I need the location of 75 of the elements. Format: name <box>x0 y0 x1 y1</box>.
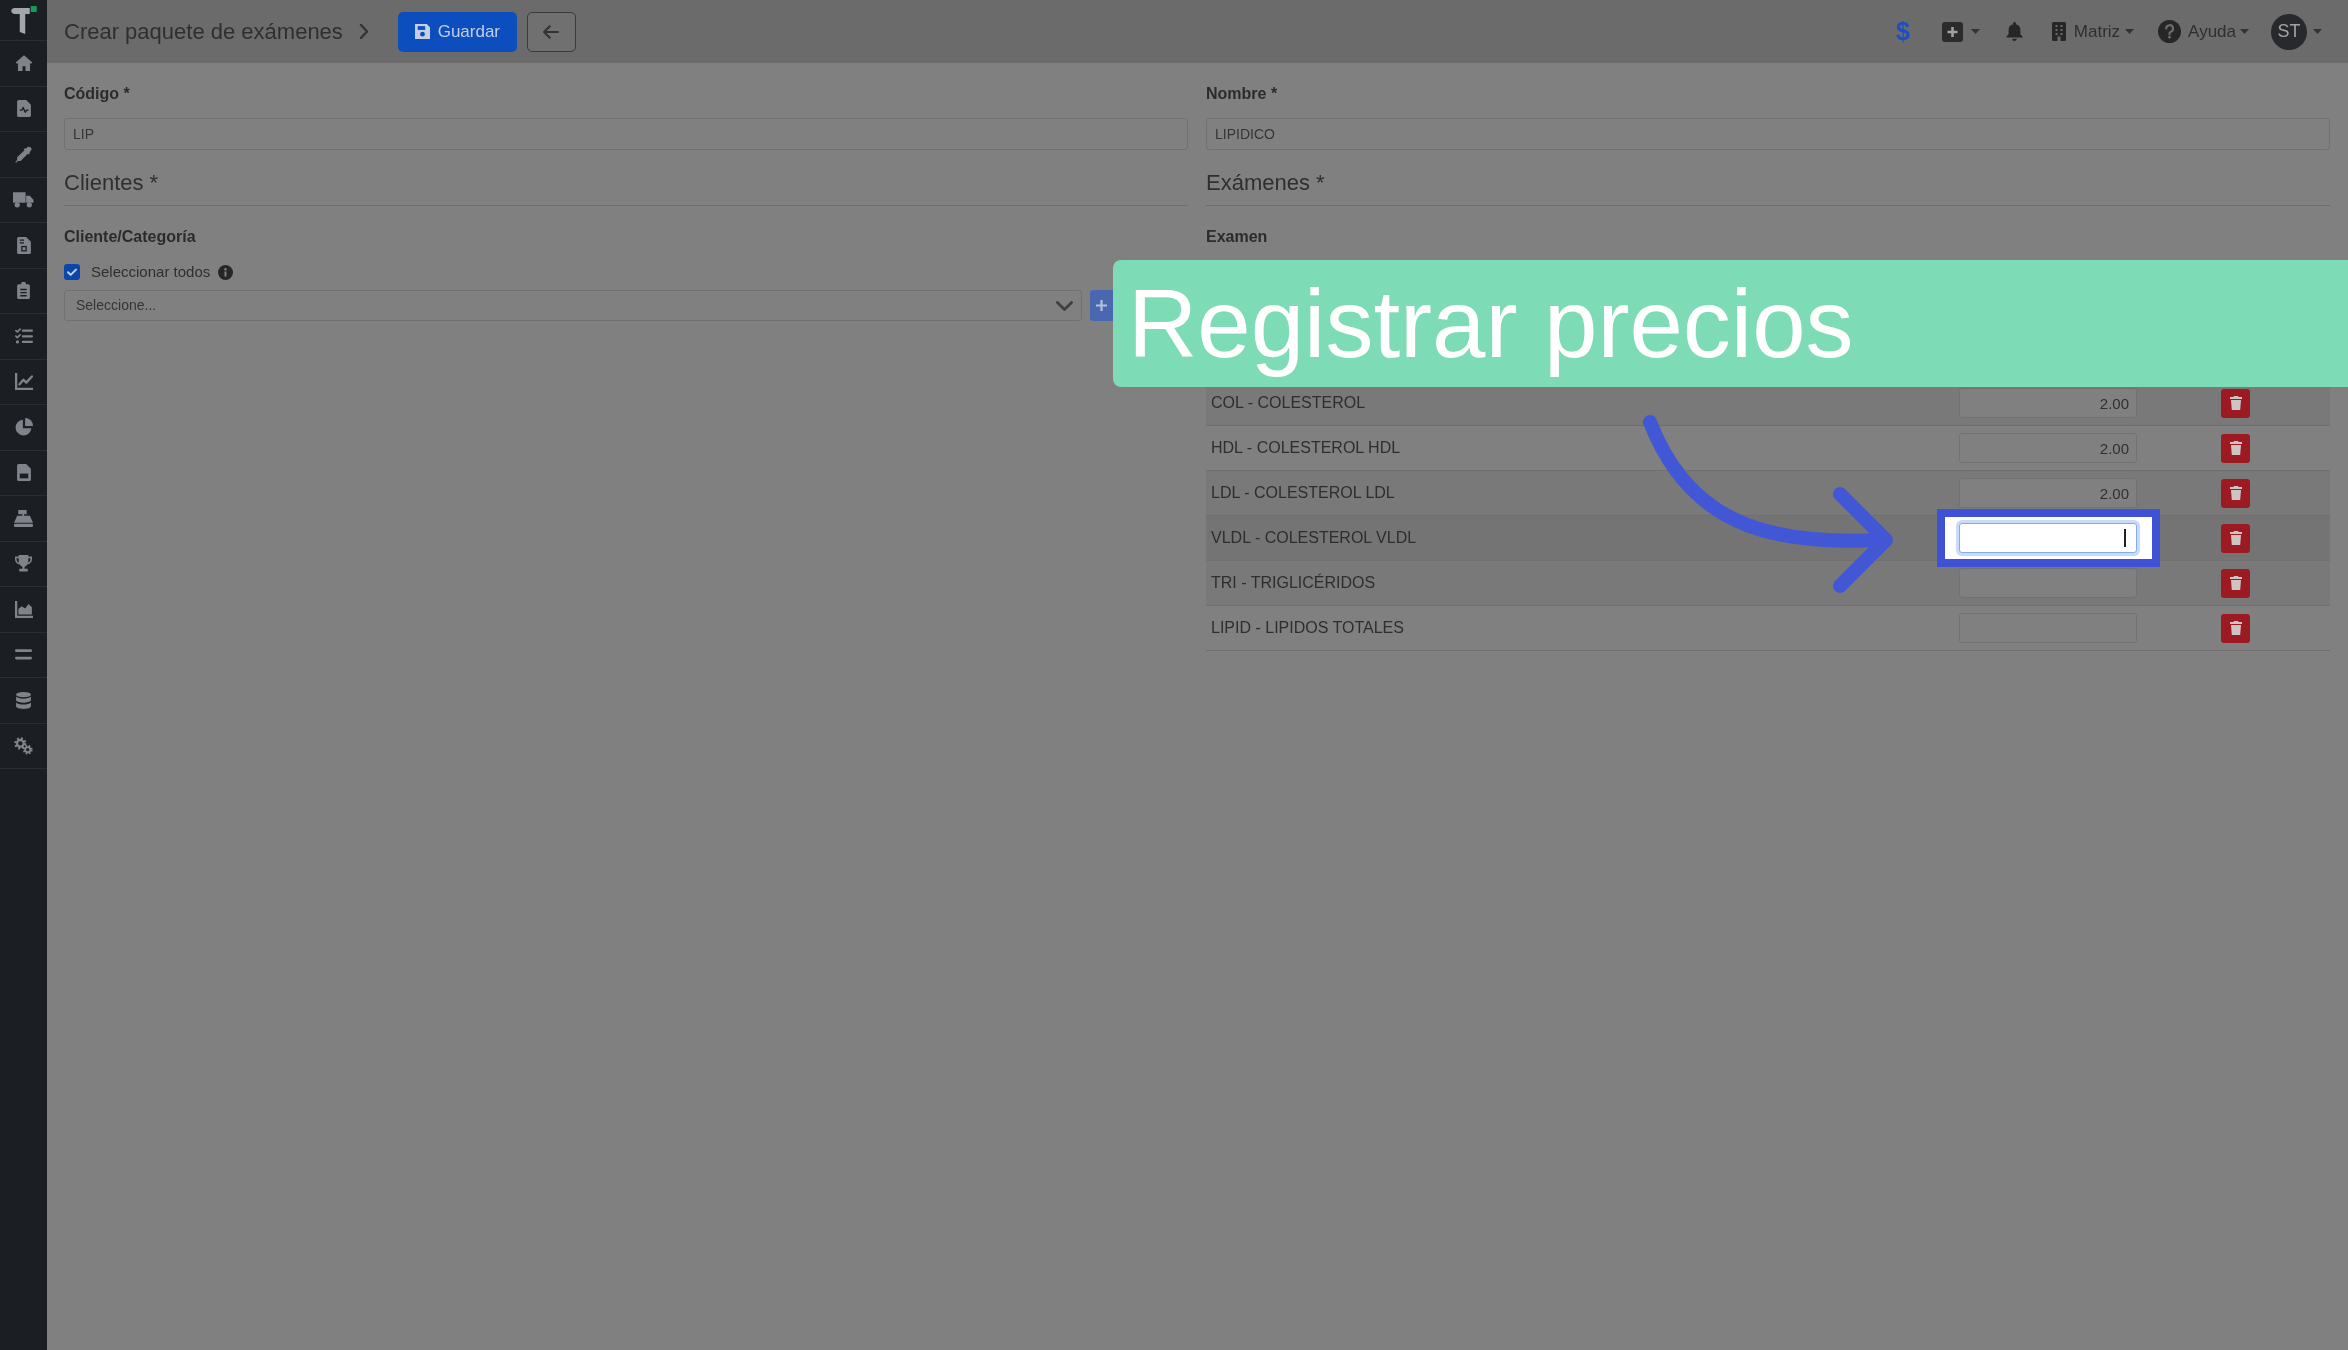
line-chart-icon[interactable] <box>14 373 33 391</box>
chevron-right-icon <box>358 24 369 39</box>
text-field[interactable]: LIP <box>64 118 1188 150</box>
text-cursor-icon <box>2124 529 2126 547</box>
user-menu[interactable]: ST <box>2271 13 2322 50</box>
trash-icon <box>2229 621 2242 635</box>
checkbox-label: Seleccionar todos <box>91 261 211 282</box>
gears-icon[interactable] <box>14 736 33 755</box>
trash-icon <box>2229 396 2242 410</box>
delete-button[interactable] <box>2221 613 2250 643</box>
exam-name: VLDL - COLESTEROL VLDL <box>1210 528 1418 548</box>
caret-down-icon <box>1970 29 1980 34</box>
document-pulse-icon[interactable] <box>16 100 31 118</box>
delete-button[interactable] <box>2221 568 2250 598</box>
page-title: Crear paquete de exámenes <box>64 18 343 46</box>
field-label: Cliente/Categoría <box>64 227 197 246</box>
delete-button[interactable] <box>2221 433 2250 463</box>
price-field[interactable]: 2.00 <box>1959 433 2137 463</box>
truck-icon[interactable] <box>13 191 34 209</box>
delete-button[interactable] <box>2221 478 2250 508</box>
caret-down-icon <box>2240 29 2249 34</box>
tour-banner: Registrar precios <box>1113 260 2348 387</box>
building-icon <box>2051 22 2066 41</box>
dropper-icon[interactable] <box>15 145 32 163</box>
arrow-left-icon <box>543 24 560 39</box>
plus-icon <box>1096 300 1107 311</box>
trophy-icon[interactable] <box>15 555 32 573</box>
checkbox[interactable] <box>64 264 80 280</box>
price-field[interactable]: 2.00 <box>1959 478 2137 508</box>
delete-button[interactable] <box>2221 388 2250 418</box>
field-label: Nombre * <box>1206 84 1279 103</box>
trash-icon <box>2229 441 2242 455</box>
chevron-down-icon <box>1056 300 1073 311</box>
exam-name: LIPID - LIPIDOS TOTALES <box>1210 618 1405 638</box>
exam-name: LDL - COLESTEROL LDL <box>1210 483 1396 503</box>
price-field[interactable]: 2.00 <box>1959 388 2137 418</box>
trash-icon <box>2229 486 2242 500</box>
field-label: Examen <box>1206 227 1269 246</box>
field-label: Código * <box>64 84 131 103</box>
exam-name: COL - COLESTEROL <box>1210 393 1367 413</box>
document-icon[interactable] <box>16 464 31 482</box>
clipboard-icon[interactable] <box>17 282 30 300</box>
section-heading: Exámenes * <box>1206 170 1326 196</box>
section-heading: Clientes * <box>64 170 160 196</box>
equals-icon[interactable] <box>15 649 32 661</box>
save-button[interactable]: Guardar <box>397 11 517 52</box>
logo-icon[interactable] <box>10 6 37 34</box>
document-icon[interactable] <box>16 236 31 254</box>
caret-down-icon <box>2125 29 2135 34</box>
help-icon <box>2158 20 2182 43</box>
cash-register-icon[interactable] <box>14 509 33 527</box>
price-field[interactable] <box>1959 568 2137 598</box>
back-button[interactable] <box>526 11 576 52</box>
avatar: ST <box>2271 13 2307 50</box>
exam-name: HDL - COLESTEROL HDL <box>1210 438 1402 458</box>
help-dropdown[interactable]: Ayuda <box>2158 18 2249 45</box>
category-select[interactable]: Seleccione... <box>64 290 1082 321</box>
price-field[interactable] <box>1959 523 2137 553</box>
exam-name: TRI - TRIGLICÉRIDOS <box>1210 572 1377 593</box>
delete-button[interactable] <box>2221 523 2250 553</box>
bell-icon[interactable] <box>2005 22 2023 41</box>
trash-icon <box>2229 531 2242 545</box>
pie-chart-icon[interactable] <box>14 418 33 437</box>
database-icon[interactable] <box>16 691 31 709</box>
area-chart-icon[interactable] <box>14 600 33 618</box>
plus-square-icon <box>1941 21 1963 42</box>
add-button[interactable] <box>1090 290 1113 321</box>
caret-down-icon <box>2313 29 2322 34</box>
trash-icon <box>2229 576 2242 590</box>
checklist-icon[interactable] <box>14 327 33 345</box>
text-field[interactable]: LIPIDICO <box>1206 118 2330 150</box>
branch-dropdown[interactable]: Matriz <box>2051 18 2135 45</box>
quick-add-dropdown[interactable] <box>1941 21 1980 42</box>
home-icon[interactable] <box>14 54 33 73</box>
info-icon[interactable] <box>218 264 234 280</box>
